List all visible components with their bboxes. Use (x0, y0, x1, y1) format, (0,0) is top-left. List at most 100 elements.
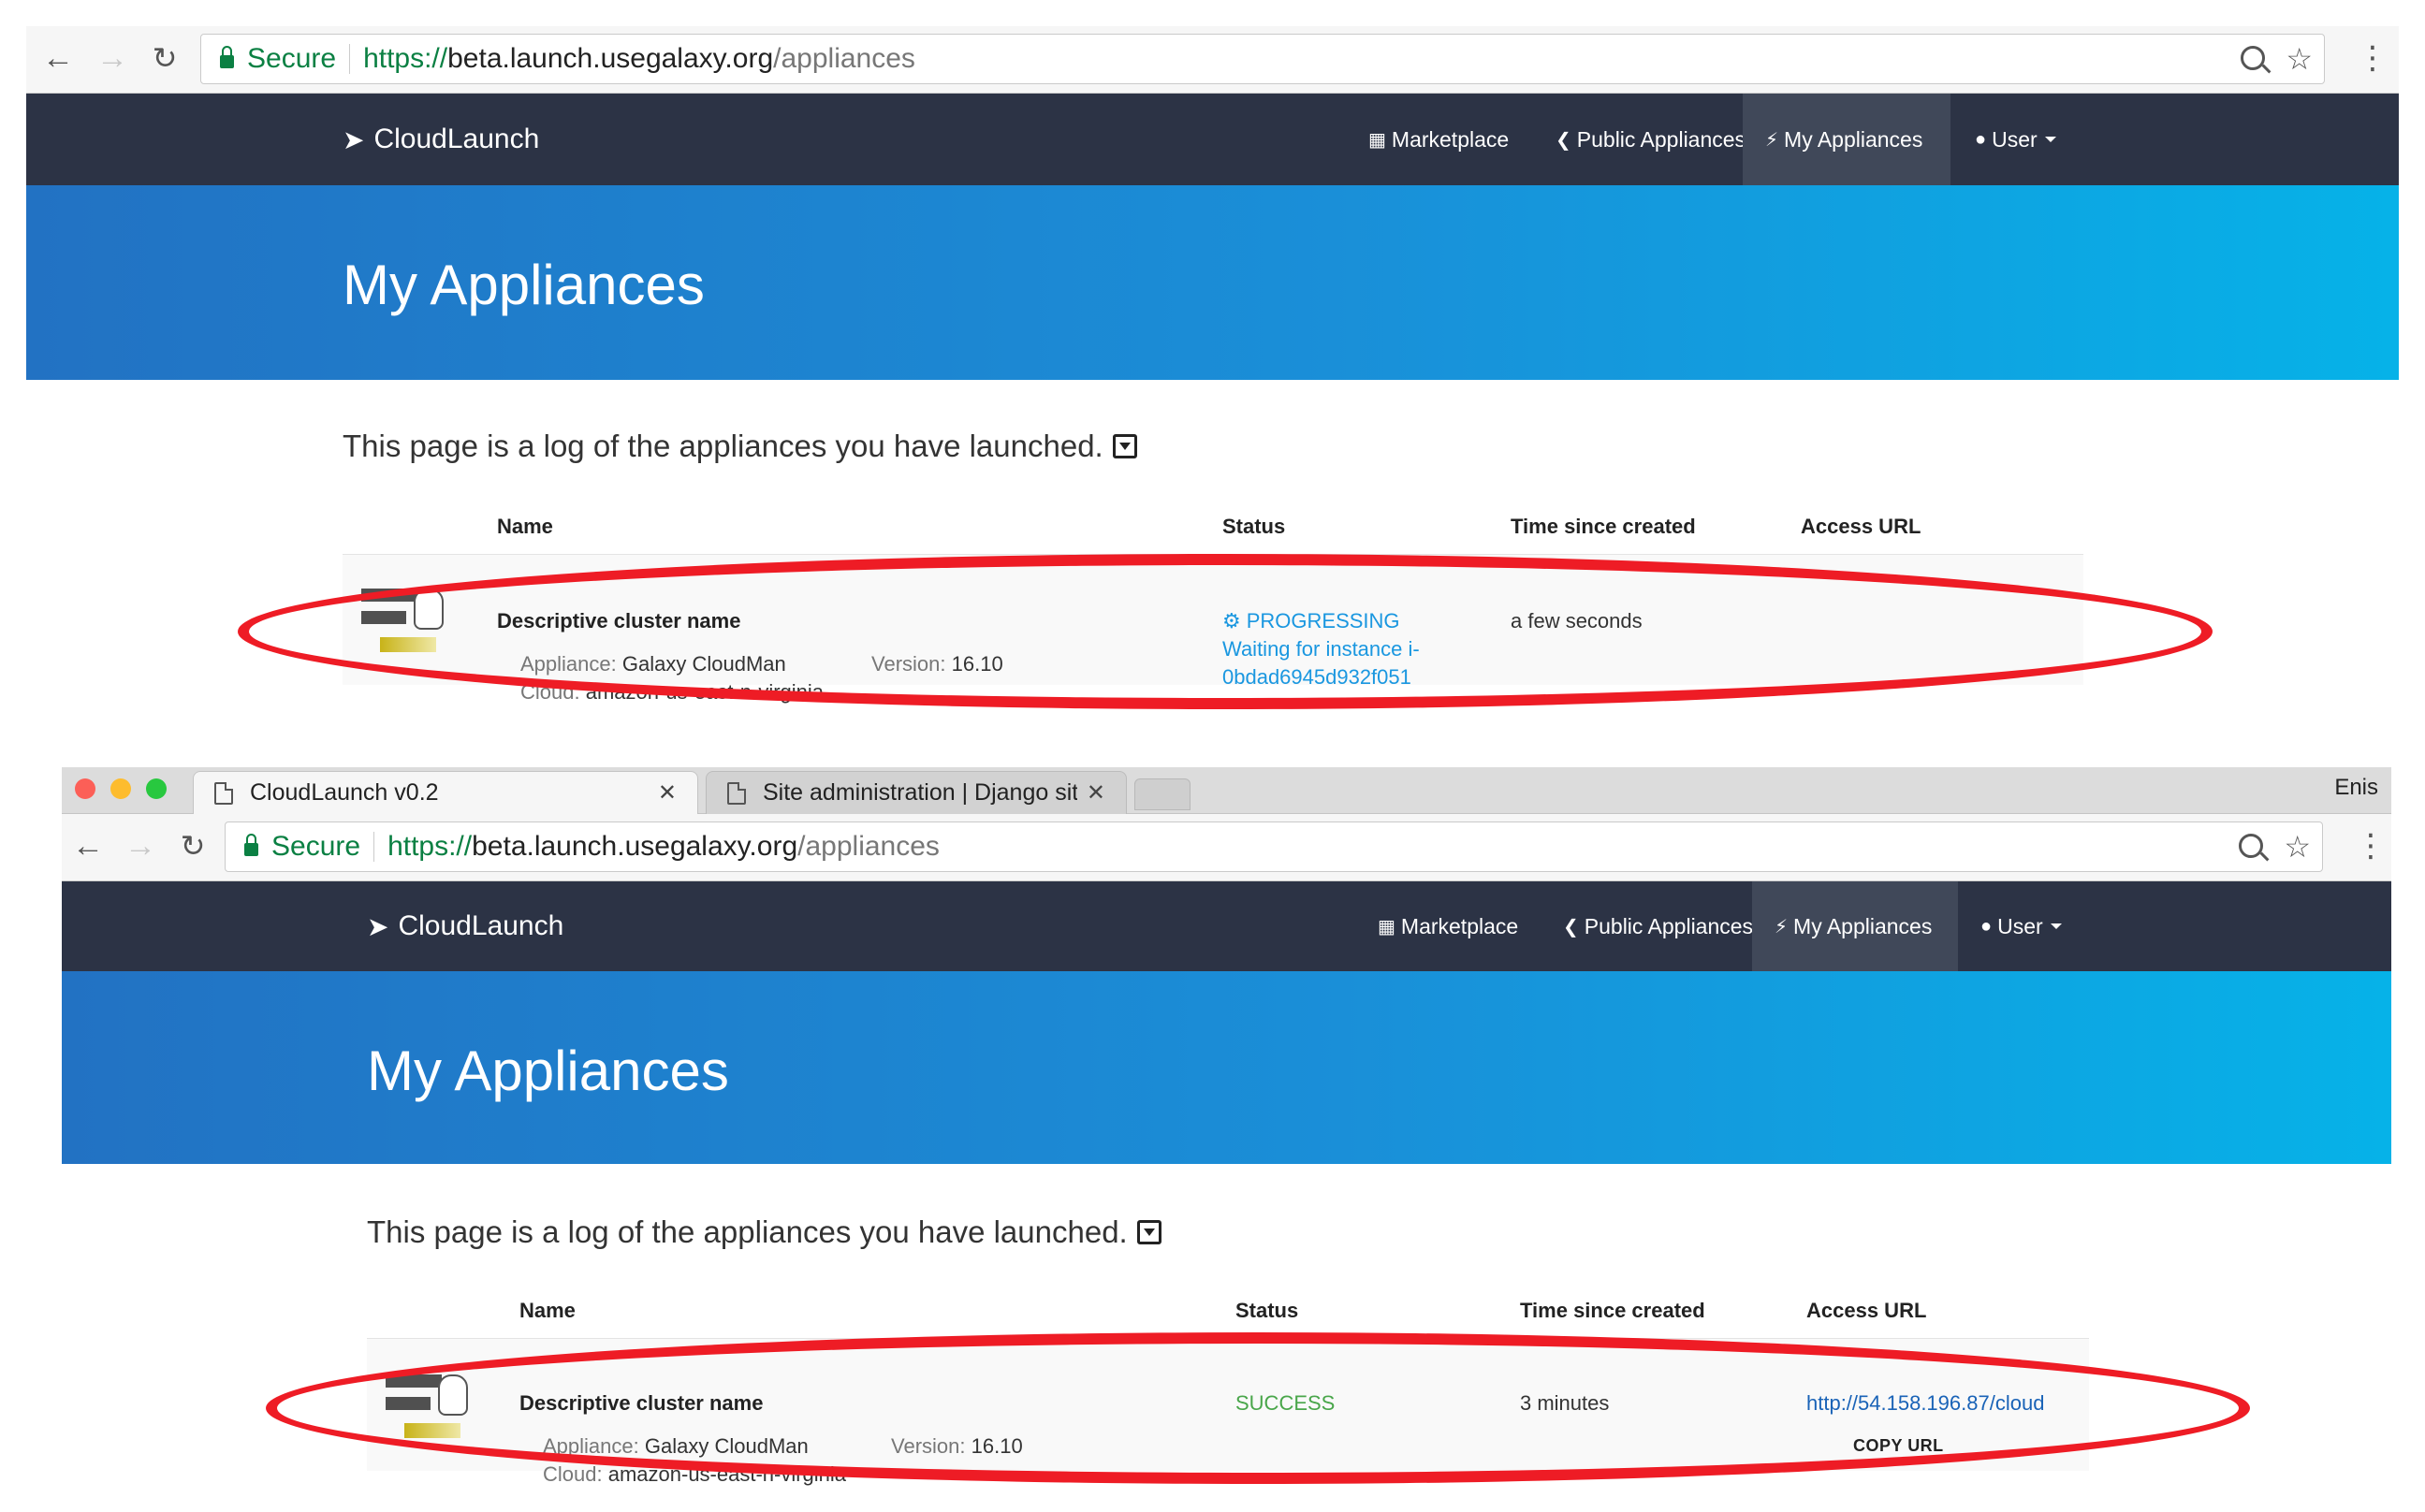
caret-square-icon[interactable] (1112, 434, 1137, 458)
header-status: Status (1222, 515, 1286, 538)
nav-my-appliances-label: My Appliances (1793, 913, 1933, 938)
header-name: Name (497, 515, 553, 538)
star-icon[interactable]: ☆ (2284, 828, 2311, 865)
tab-strip: CloudLaunch v0.2 ✕ Site administration |… (62, 767, 2391, 814)
lock-icon (220, 46, 234, 68)
url-host: beta.launch.usegalaxy.org (472, 831, 798, 862)
tab-title: CloudLaunch v0.2 (250, 779, 439, 806)
brand-label: CloudLaunch (398, 910, 564, 941)
lock-icon (244, 834, 258, 856)
nav-user-dropdown[interactable]: ● User (1952, 94, 2079, 185)
nav-user-label: User (1997, 913, 2043, 938)
tab-django-admin[interactable]: Site administration | Django sit ✕ (706, 771, 1127, 814)
page-title: My Appliances (343, 254, 705, 316)
intro-text: This page is a log of the appliances you… (367, 1214, 1128, 1249)
share-icon: ❮ (1556, 129, 1571, 151)
page-title: My Appliances (367, 1040, 729, 1102)
user-icon: ● (1980, 915, 1993, 937)
header-access-url: Access URL (1806, 1299, 1927, 1322)
secure-label: Secure (271, 831, 361, 862)
document-icon (214, 781, 233, 805)
shopping-bag-icon: ▦ (1368, 129, 1386, 151)
url-divider (373, 832, 375, 862)
chevron-down-icon (2050, 923, 2062, 929)
screenshot-success: CloudLaunch v0.2 ✕ Site administration |… (62, 767, 2391, 1512)
nav-public-appliances-label: Public Appliances (1584, 913, 1754, 938)
profile-name[interactable]: Enis (2334, 775, 2378, 801)
nav-public-appliances[interactable]: ❮ Public Appliances (1533, 94, 1768, 185)
caret-square-icon[interactable] (1136, 1220, 1161, 1244)
address-bar[interactable]: Secure https:// beta.launch.usegalaxy.or… (200, 34, 2325, 84)
window-zoom-button[interactable] (146, 778, 167, 799)
nav-my-appliances-label: My Appliances (1784, 126, 1923, 152)
nav-public-appliances-label: Public Appliances (1576, 126, 1746, 152)
page-header: My Appliances (62, 971, 2391, 1164)
back-arrow-icon[interactable]: ← (39, 39, 77, 77)
rocket-icon: ➤ (367, 911, 389, 941)
window-minimize-button[interactable] (110, 778, 131, 799)
star-icon[interactable]: ☆ (2286, 40, 2313, 78)
url-scheme: https:// (363, 43, 448, 74)
nav-marketplace[interactable]: ▦ Marketplace (1346, 94, 1531, 185)
nav-marketplace-label: Marketplace (1400, 913, 1519, 938)
header-access-url: Access URL (1801, 515, 1921, 538)
screenshot-progressing: ← → ↻ Secure https:// beta.launch.usegal… (26, 26, 2399, 719)
header-time: Time since created (1520, 1299, 1705, 1322)
shopping-bag-icon: ▦ (1378, 916, 1395, 938)
tab-cloudlaunch[interactable]: CloudLaunch v0.2 ✕ (193, 771, 698, 814)
cloud-label: Cloud: (543, 1462, 603, 1486)
intro-text: This page is a log of the appliances you… (343, 429, 1103, 463)
browser-toolbar: ← → ↻ Secure https:// beta.launch.usegal… (26, 26, 2399, 94)
new-tab-button[interactable] (1134, 778, 1191, 810)
header-name: Name (519, 1299, 576, 1322)
url-host: beta.launch.usegalaxy.org (447, 43, 774, 74)
chevron-down-icon (2044, 137, 2056, 142)
brand-label: CloudLaunch (373, 124, 540, 154)
nav-marketplace-label: Marketplace (1391, 126, 1510, 152)
close-icon[interactable]: ✕ (658, 779, 677, 807)
highlight-ellipse (266, 1332, 2250, 1484)
nav-public-appliances[interactable]: ❮ Public Appliances (1541, 881, 1775, 971)
page-header: My Appliances (26, 185, 2399, 380)
menu-icon[interactable]: ⋮ (2355, 829, 2387, 863)
zoom-icon[interactable] (2241, 46, 2266, 70)
rocket-icon: ➤ (343, 124, 365, 154)
nav-user-label: User (1992, 126, 2038, 152)
secure-label: Secure (247, 43, 337, 74)
window-close-button[interactable] (75, 778, 95, 799)
intro-text-row: This page is a log of the appliances you… (367, 1214, 1161, 1250)
url-divider (349, 44, 351, 74)
forward-arrow-icon[interactable]: → (122, 827, 159, 865)
header-time: Time since created (1511, 515, 1696, 538)
url-scheme: https:// (387, 831, 473, 862)
address-bar[interactable]: Secure https:// beta.launch.usegalaxy.or… (225, 821, 2323, 872)
intro-text-row: This page is a log of the appliances you… (343, 429, 1137, 464)
omnibox-icons: ☆ (2241, 40, 2313, 78)
highlight-ellipse (238, 554, 2213, 709)
brand-link[interactable]: ➤ CloudLaunch (367, 881, 563, 971)
header-status: Status (1235, 1299, 1299, 1322)
reload-icon[interactable]: ↻ (146, 39, 183, 77)
browser-toolbar: ← → ↻ Secure https:// beta.launch.usegal… (62, 814, 2391, 881)
menu-icon[interactable]: ⋮ (2357, 41, 2388, 75)
nav-marketplace[interactable]: ▦ Marketplace (1355, 881, 1541, 971)
brand-link[interactable]: ➤ CloudLaunch (343, 94, 539, 185)
user-icon: ● (1975, 128, 1987, 150)
omnibox-icons: ☆ (2239, 828, 2311, 865)
url-path: /appliances (797, 831, 940, 862)
nav-my-appliances[interactable]: ⚡ My Appliances (1743, 94, 1950, 185)
forward-arrow-icon[interactable]: → (94, 39, 131, 77)
nav-user-dropdown[interactable]: ● User (1958, 881, 2084, 971)
plug-icon: ⚡ (1775, 916, 1789, 938)
site-navbar: ➤ CloudLaunch ▦ Marketplace ❮ Public App… (62, 881, 2391, 971)
nav-my-appliances[interactable]: ⚡ My Appliances (1752, 881, 1958, 971)
back-arrow-icon[interactable]: ← (69, 827, 107, 865)
close-icon[interactable]: ✕ (1087, 779, 1105, 807)
plug-icon: ⚡ (1765, 129, 1779, 151)
reload-icon[interactable]: ↻ (174, 827, 212, 865)
tab-title: Site administration | Django sit (763, 779, 1077, 806)
share-icon: ❮ (1563, 916, 1579, 938)
url-path: /appliances (773, 43, 915, 74)
zoom-icon[interactable] (2239, 834, 2264, 858)
site-navbar: ➤ CloudLaunch ▦ Marketplace ❮ Public App… (26, 94, 2399, 185)
